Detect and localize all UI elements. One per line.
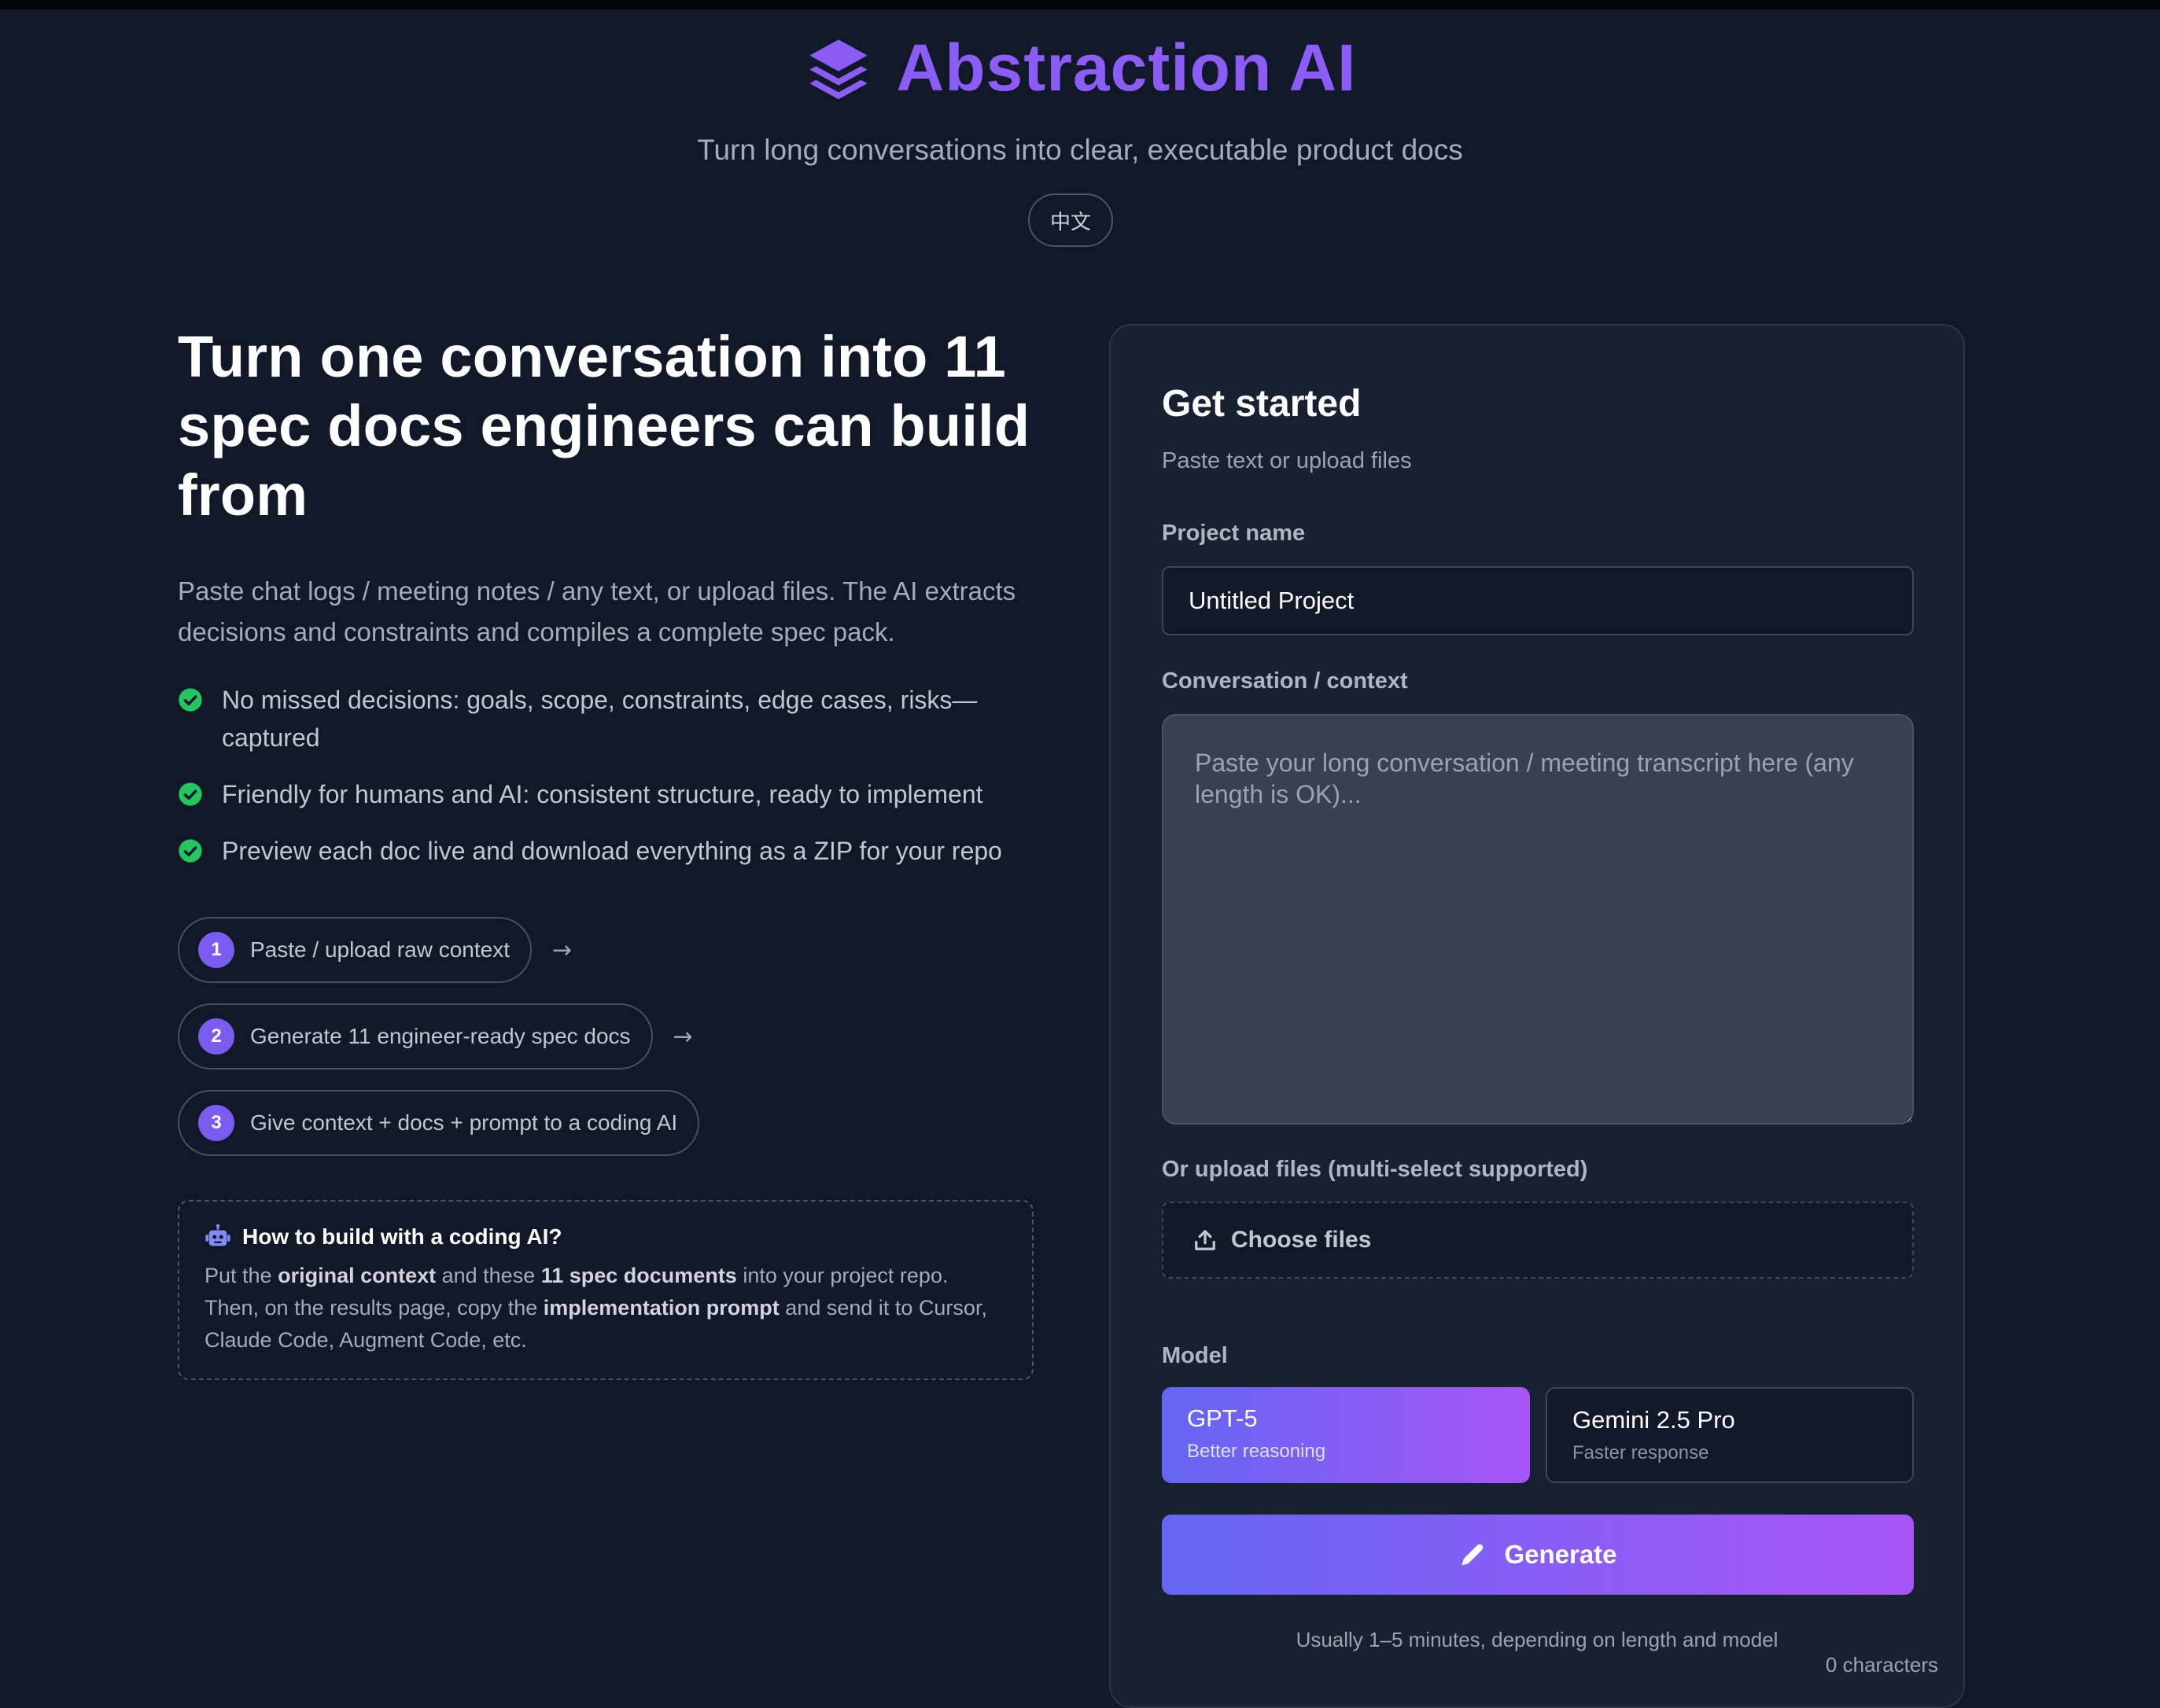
get-started-panel: Get started Paste text or upload files P… — [1109, 324, 1965, 1708]
step-row: 3 Give context + docs + prompt to a codi… — [178, 1090, 1051, 1156]
tagline: Turn long conversations into clear, exec… — [697, 134, 1463, 166]
step-label: Give context + docs + prompt to a coding… — [250, 1110, 678, 1135]
arrow-right-icon: → — [551, 936, 573, 964]
feature-item: Friendly for humans and AI: consistent s… — [178, 775, 1051, 813]
step-label: Paste / upload raw context — [250, 937, 510, 962]
window-top-bar — [0, 0, 2160, 9]
context-label: Conversation / context — [1162, 668, 1408, 694]
hero-section: Turn one conversation into 11 spec docs … — [178, 322, 1051, 1380]
context-textarea[interactable] — [1162, 714, 1914, 1125]
model-name: Gemini 2.5 Pro — [1572, 1406, 1735, 1434]
step-number-badge: 1 — [198, 932, 234, 968]
feature-text: No missed decisions: goals, scope, const… — [222, 686, 978, 752]
choose-files-label: Choose files — [1231, 1227, 1372, 1253]
how-to-text: and these — [436, 1264, 541, 1287]
feature-text: Preview each doc live and download every… — [222, 837, 1002, 865]
choose-files-button[interactable]: Choose files — [1162, 1202, 1914, 1279]
project-name-label: Project name — [1162, 521, 1306, 546]
step-row: 2 Generate 11 engineer-ready spec docs → — [178, 1003, 1051, 1069]
model-name: GPT-5 — [1187, 1404, 1258, 1432]
character-count: 0 characters — [1825, 1653, 1938, 1677]
how-to-emphasis: original context — [278, 1264, 437, 1287]
brand-name: Abstraction AI — [896, 31, 1357, 105]
how-to-callout: How to build with a coding AI? Put the o… — [178, 1200, 1034, 1380]
arrow-right-icon: → — [673, 1022, 693, 1051]
feature-list: No missed decisions: goals, scope, const… — [178, 681, 1051, 870]
model-description: Faster response — [1572, 1442, 1709, 1463]
hero-subtitle: Paste chat logs / meeting notes / any te… — [178, 576, 1016, 646]
brand[interactable]: Abstraction AI — [0, 30, 2160, 106]
model-option-gpt5[interactable]: GPT-5 Better reasoning — [1162, 1387, 1530, 1483]
model-label: Model — [1162, 1343, 1228, 1368]
step-pill: 1 Paste / upload raw context — [178, 917, 532, 983]
check-circle-icon — [179, 688, 202, 712]
generate-label: Generate — [1504, 1540, 1617, 1569]
how-to-emphasis: 11 spec documents — [540, 1264, 737, 1287]
step-pill: 2 Generate 11 engineer-ready spec docs — [178, 1003, 653, 1069]
upload-label: Or upload files (multi-select supported) — [1162, 1157, 1588, 1182]
model-description: Better reasoning — [1187, 1441, 1326, 1462]
step-number-badge: 3 — [198, 1105, 234, 1141]
check-circle-icon — [179, 839, 202, 863]
project-name-input[interactable] — [1162, 566, 1914, 635]
panel-subtitle: Paste text or upload files — [1162, 448, 1412, 473]
pencil-icon — [1462, 1544, 1484, 1566]
generate-button[interactable]: Generate — [1162, 1515, 1914, 1595]
how-to-title: How to build with a coding AI? — [242, 1224, 562, 1249]
feature-item: Preview each doc live and download every… — [178, 832, 1051, 870]
hero-title: Turn one conversation into 11 spec docs … — [178, 324, 1030, 528]
how-to-heading: How to build with a coding AI? — [205, 1224, 1007, 1250]
robot-icon — [205, 1224, 230, 1246]
duration-hint: Usually 1–5 minutes, depending on length… — [1296, 1628, 1778, 1651]
step-pill: 3 Give context + docs + prompt to a codi… — [178, 1090, 700, 1156]
panel-title: Get started — [1162, 383, 1362, 425]
step-label: Generate 11 engineer-ready spec docs — [250, 1024, 631, 1048]
feature-text: Friendly for humans and AI: consistent s… — [222, 780, 983, 808]
how-to-body: Put the original context and these 11 sp… — [205, 1260, 1007, 1356]
model-option-gemini[interactable]: Gemini 2.5 Pro Faster response — [1546, 1387, 1914, 1483]
how-to-text: Put the — [205, 1264, 278, 1287]
check-circle-icon — [179, 782, 202, 806]
layers-logo-icon — [809, 39, 868, 99]
workflow-steps: 1 Paste / upload raw context → 2 Generat… — [178, 917, 1051, 1156]
upload-icon — [1195, 1230, 1215, 1250]
language-toggle-button[interactable]: 中文 — [1028, 193, 1113, 247]
step-number-badge: 2 — [198, 1018, 234, 1055]
feature-item: No missed decisions: goals, scope, const… — [178, 681, 1051, 756]
how-to-emphasis: implementation prompt — [543, 1296, 780, 1320]
step-row: 1 Paste / upload raw context → — [178, 917, 1051, 983]
